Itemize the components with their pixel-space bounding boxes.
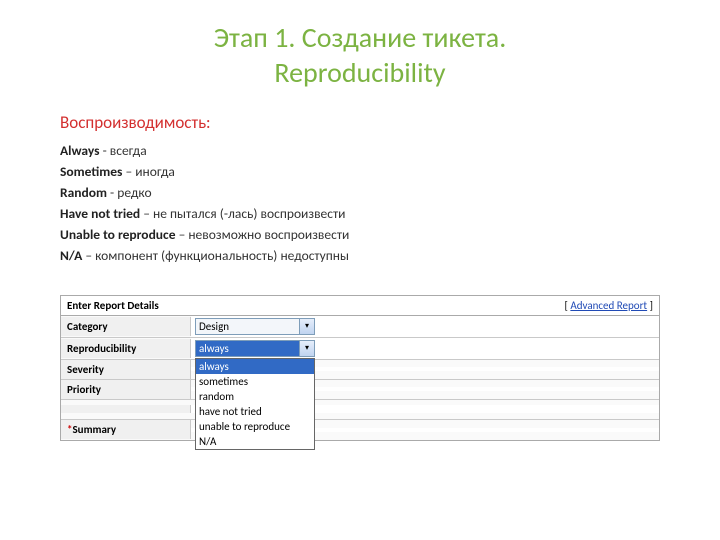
value-reproducibility: always ▾ — [191, 338, 659, 359]
definition-sep: - — [107, 184, 117, 201]
definition-row: Always - всегда — [60, 141, 660, 162]
definition-row: Have not tried – не пытался (-лась) восп… — [60, 204, 660, 225]
definition-term: Have not tried — [60, 205, 140, 222]
label-category: Category — [61, 317, 191, 336]
category-select-text: Design — [199, 320, 229, 333]
label-summary: *Summary — [61, 420, 191, 439]
form-title: Enter Report Details — [67, 299, 159, 312]
definition-desc: редко — [117, 184, 151, 201]
definition-term: N/A — [60, 247, 82, 264]
summary-text: Summary — [72, 423, 116, 436]
dropdown-option[interactable]: always — [196, 359, 314, 374]
definition-row: Random - редко — [60, 183, 660, 204]
dropdown-option[interactable]: unable to reproduce — [196, 419, 314, 434]
advanced-report-link[interactable]: Advanced Report — [570, 299, 647, 312]
definition-sep: – — [122, 163, 135, 180]
definition-sep: – — [82, 247, 95, 264]
report-form: Enter Report Details [ Advanced Report ]… — [60, 295, 660, 441]
reproducibility-select-text: always — [199, 342, 229, 355]
definition-term: Sometimes — [60, 163, 122, 180]
row-severity: Severity — [61, 360, 659, 380]
row-gap — [61, 400, 659, 420]
dropdown-option[interactable]: random — [196, 389, 314, 404]
section-subtitle: Воспроизводимость: — [60, 112, 660, 133]
definition-desc: компонент (функциональность) недоступны — [95, 247, 349, 264]
definition-row: Unable to reproduce – невозможно воспрои… — [60, 225, 660, 246]
reproducibility-dropdown: always sometimes random have not tried u… — [195, 358, 315, 450]
chevron-down-icon: ▾ — [299, 319, 314, 334]
dropdown-option[interactable]: sometimes — [196, 374, 314, 389]
definition-term: Always — [60, 142, 100, 159]
row-priority: Priority — [61, 380, 659, 400]
definition-desc: иногда — [135, 163, 175, 180]
title-line1: Этап 1. Создание тикета. — [214, 20, 507, 55]
definition-term: Unable to reproduce — [60, 226, 176, 243]
row-category: Category Design ▾ — [61, 316, 659, 338]
definition-row: N/A – компонент (функциональность) недос… — [60, 246, 660, 267]
label-gap — [61, 405, 191, 413]
form-header: Enter Report Details [ Advanced Report ] — [61, 296, 659, 316]
category-select[interactable]: Design ▾ — [195, 318, 315, 335]
definition-row: Sometimes – иногда — [60, 162, 660, 183]
chevron-down-icon: ▾ — [299, 341, 314, 356]
definition-desc: невозможно воспроизвести — [188, 226, 349, 243]
definition-desc: всегда — [110, 142, 147, 159]
row-summary: *Summary — [61, 420, 659, 440]
dropdown-option[interactable]: have not tried — [196, 404, 314, 419]
definition-desc: не пытался (-лась) воспроизвести — [153, 205, 345, 222]
dropdown-option[interactable]: N/A — [196, 434, 314, 449]
definition-sep: – — [140, 205, 153, 222]
row-reproducibility: Reproducibility always ▾ always sometime… — [61, 338, 659, 360]
label-reproducibility: Reproducibility — [61, 339, 191, 358]
definition-sep: - — [100, 142, 110, 159]
advanced-report-wrap: [ Advanced Report ] — [565, 299, 654, 312]
label-severity: Severity — [61, 360, 191, 379]
label-priority: Priority — [61, 380, 191, 399]
reproducibility-select[interactable]: always ▾ — [195, 340, 315, 357]
definition-term: Random — [60, 184, 107, 201]
bracket-right: ] — [647, 299, 653, 312]
slide-title: Этап 1. Создание тикета. Reproducibility — [60, 20, 660, 90]
definitions-list: Always - всегда Sometimes – иногда Rando… — [60, 141, 660, 267]
value-category: Design ▾ — [191, 316, 659, 337]
title-line2: Reproducibility — [274, 55, 445, 90]
definition-sep: – — [176, 226, 189, 243]
